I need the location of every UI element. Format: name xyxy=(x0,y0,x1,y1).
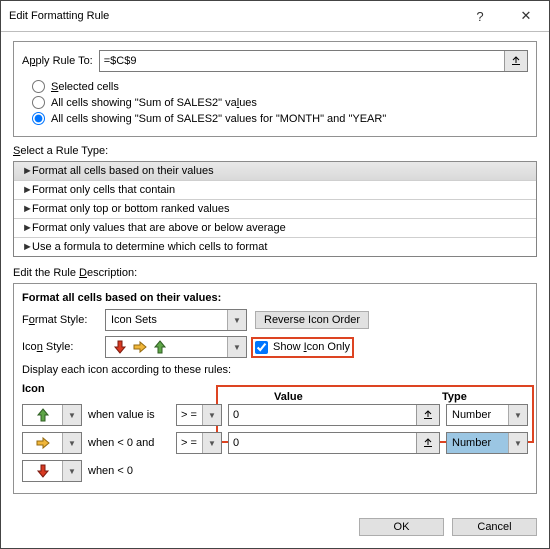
arrow-down-red-icon xyxy=(113,340,127,354)
apply-rule-input[interactable] xyxy=(99,50,528,72)
ok-button[interactable]: OK xyxy=(359,518,444,536)
icon-rule-row: ▼ when value is > =▼ Number▼ xyxy=(22,404,528,426)
col-icon-header: Icon xyxy=(22,383,160,395)
rule-type-list[interactable]: ►Format all cells based on their values … xyxy=(13,161,537,257)
rule-type-item[interactable]: ►Format only cells that contain xyxy=(14,180,536,199)
chevron-down-icon: ▼ xyxy=(202,433,221,453)
icon-style-combo[interactable]: ▼ xyxy=(105,336,247,358)
chevron-down-icon: ▼ xyxy=(227,310,246,330)
icon-rules-grid: Icon Value Type xyxy=(22,380,528,485)
when-label: when < 0 xyxy=(88,465,170,477)
operator-combo[interactable]: > =▼ xyxy=(176,432,222,454)
rule-description-group: Format all cells based on their values: … xyxy=(13,283,537,494)
value-input[interactable] xyxy=(228,432,440,454)
range-picker-button[interactable] xyxy=(416,405,439,425)
apply-rule-textfield[interactable] xyxy=(100,51,504,71)
dialog-footer: OK Cancel xyxy=(1,512,549,548)
scope-selected-cells[interactable]: Selected cells xyxy=(32,80,528,93)
col-value-header: Value xyxy=(274,391,436,403)
help-button[interactable]: ? xyxy=(457,1,503,31)
chevron-down-icon: ▼ xyxy=(227,337,246,357)
chevron-down-icon: ▼ xyxy=(62,433,81,453)
dialog-title: Edit Formatting Rule xyxy=(9,10,457,22)
arrow-up-green-icon xyxy=(36,408,50,422)
value-input[interactable] xyxy=(228,404,440,426)
arrow-down-red-icon xyxy=(36,464,50,478)
cancel-button[interactable]: Cancel xyxy=(452,518,537,536)
arrow-right-yellow-icon xyxy=(36,436,50,450)
close-button[interactable]: ✕ xyxy=(503,1,549,31)
when-label: when value is xyxy=(88,409,170,421)
reverse-icon-order-button[interactable]: Reverse Icon Order xyxy=(255,311,369,329)
desc-heading: Format all cells based on their values: xyxy=(22,292,528,304)
range-picker-button[interactable] xyxy=(504,51,527,71)
chevron-down-icon: ▼ xyxy=(62,405,81,425)
arrow-up-green-icon xyxy=(153,340,167,354)
icon-style-label: Icon Style: xyxy=(22,341,97,353)
rule-type-item[interactable]: ►Format all cells based on their values xyxy=(13,161,537,181)
highlight-show-icon-only: Show Icon Only xyxy=(251,337,354,358)
scope-all-values-for-fields[interactable]: All cells showing "Sum of SALES2" values… xyxy=(32,112,528,125)
type-combo[interactable]: Number▼ xyxy=(446,404,528,426)
icon-picker[interactable]: ▼ xyxy=(22,404,82,426)
range-picker-button[interactable] xyxy=(416,433,439,453)
operator-combo[interactable]: > =▼ xyxy=(176,404,222,426)
edit-formatting-rule-dialog: Edit Formatting Rule ? ✕ Apply Rule To: … xyxy=(0,0,550,549)
chevron-down-icon: ▼ xyxy=(508,405,527,425)
rule-type-item[interactable]: ►Format only top or bottom ranked values xyxy=(14,199,536,218)
titlebar: Edit Formatting Rule ? ✕ xyxy=(1,1,549,32)
format-style-combo[interactable]: Icon Sets ▼ xyxy=(105,309,247,331)
icon-rule-row: ▼ when < 0 xyxy=(22,460,528,482)
format-style-label: Format Style: xyxy=(22,314,97,326)
when-label: when < 0 and xyxy=(88,437,170,449)
icon-picker[interactable]: ▼ xyxy=(22,460,82,482)
edit-rule-description-label: Edit the Rule Description: xyxy=(13,267,537,279)
chevron-down-icon: ▼ xyxy=(202,405,221,425)
arrow-right-yellow-icon xyxy=(133,340,147,354)
icon-picker[interactable]: ▼ xyxy=(22,432,82,454)
icon-rule-row: ▼ when < 0 and > =▼ Number▼ xyxy=(22,432,528,454)
rule-type-item[interactable]: ►Format only values that are above or be… xyxy=(14,218,536,237)
select-rule-type-label: Select a Rule Type: xyxy=(13,145,537,157)
rules-caption: Display each icon according to these rul… xyxy=(22,364,528,376)
scope-all-values[interactable]: All cells showing "Sum of SALES2" values xyxy=(32,96,528,109)
chevron-down-icon: ▼ xyxy=(62,461,81,481)
show-icon-only-checkbox[interactable]: Show Icon Only xyxy=(255,341,350,354)
apply-rule-label: Apply Rule To: xyxy=(22,55,93,67)
type-combo[interactable]: Number▼ xyxy=(446,432,528,454)
apply-rule-group: Apply Rule To: Selected cells All cells … xyxy=(13,41,537,137)
chevron-down-icon: ▼ xyxy=(508,433,527,453)
rule-type-item[interactable]: ►Use a formula to determine which cells … xyxy=(14,237,536,256)
col-type-header: Type xyxy=(442,391,526,403)
